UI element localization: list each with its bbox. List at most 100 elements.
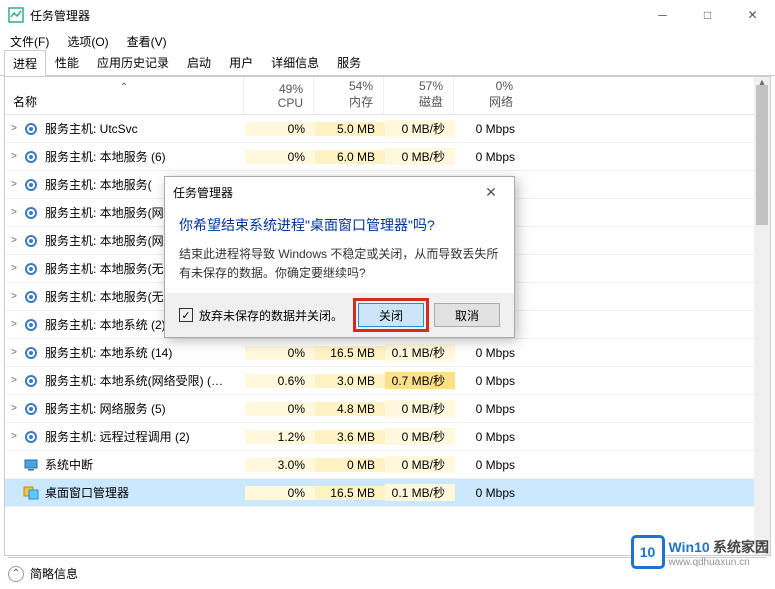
tab-strip: 进程 性能 应用历史记录 启动 用户 详细信息 服务 [0, 52, 775, 76]
process-icon [23, 457, 39, 473]
cell-memory: 4.8 MB [315, 402, 385, 416]
fewer-details-icon[interactable]: ⌃ [8, 566, 24, 582]
task-manager-icon [8, 7, 24, 23]
cell-cpu: 0.6% [245, 374, 315, 388]
cell-memory: 16.5 MB [315, 346, 385, 360]
dialog-end-button[interactable]: 关闭 [358, 303, 424, 327]
cell-network: 0 Mbps [455, 346, 525, 360]
process-icon [23, 121, 39, 137]
cell-cpu: 0% [245, 150, 315, 164]
expand-icon[interactable]: > [5, 347, 23, 358]
tab-performance[interactable]: 性能 [46, 49, 88, 75]
column-disk[interactable]: 57%磁盘 [383, 77, 453, 114]
tab-details[interactable]: 详细信息 [262, 49, 328, 75]
process-name: 服务主机: UtcSvc [45, 120, 245, 137]
process-row[interactable]: > 服务主机: 本地系统 (14)0%16.5 MB0.1 MB/秒0 Mbps [5, 339, 770, 367]
cell-memory: 0 MB [315, 458, 385, 472]
dialog-headline: 你希望结束系统进程"桌面窗口管理器"吗? [165, 207, 514, 241]
cell-cpu: 0% [245, 122, 315, 136]
process-icon [23, 205, 39, 221]
expand-icon[interactable]: > [5, 319, 23, 330]
dialog-checkbox[interactable]: ✓ 放弃未保存的数据并关闭。 [179, 307, 348, 324]
expand-icon[interactable]: > [5, 375, 23, 386]
window-title: 任务管理器 [30, 7, 640, 24]
dialog-title: 任务管理器 [173, 184, 476, 201]
process-icon [23, 177, 39, 193]
dialog-body: 结束此进程将导致 Windows 不稳定或关闭，从而导致丢失所有未保存的数据。你… [165, 241, 514, 293]
cell-cpu: 0% [245, 486, 315, 500]
cell-disk: 0 MB/秒 [385, 400, 455, 417]
tab-users[interactable]: 用户 [220, 49, 262, 75]
tab-services[interactable]: 服务 [328, 49, 370, 75]
cell-disk: 0 MB/秒 [385, 456, 455, 473]
process-row[interactable]: > 服务主机: 远程过程调用 (2)1.2%3.6 MB0 MB/秒0 Mbps [5, 423, 770, 451]
scrollbar-thumb[interactable] [756, 85, 768, 225]
tab-app-history[interactable]: 应用历史记录 [88, 49, 178, 75]
cell-network: 0 Mbps [455, 402, 525, 416]
dialog-cancel-button[interactable]: 取消 [434, 303, 500, 327]
fewer-details-label[interactable]: 简略信息 [30, 565, 78, 582]
minimize-button[interactable]: ─ [640, 0, 685, 30]
cell-disk: 0.1 MB/秒 [385, 344, 455, 361]
cell-network: 0 Mbps [455, 122, 525, 136]
maximize-button[interactable]: □ [685, 0, 730, 30]
tab-processes[interactable]: 进程 [4, 50, 46, 76]
checkbox-icon[interactable]: ✓ [179, 308, 193, 322]
cell-network: 0 Mbps [455, 430, 525, 444]
scrollbar[interactable]: ▴ ▾ [754, 77, 770, 555]
expand-icon[interactable]: > [5, 207, 23, 218]
close-button[interactable]: ✕ [730, 0, 775, 30]
expand-icon[interactable]: > [5, 431, 23, 442]
expand-icon[interactable]: > [5, 291, 23, 302]
expand-icon[interactable]: > [5, 179, 23, 190]
watermark-logo-icon: 10 [631, 535, 665, 569]
cell-memory: 6.0 MB [315, 150, 385, 164]
process-name: 桌面窗口管理器 [45, 484, 245, 501]
cell-network: 0 Mbps [455, 486, 525, 500]
process-icon [23, 233, 39, 249]
cell-cpu: 0% [245, 346, 315, 360]
process-row[interactable]: > 服务主机: 网络服务 (5)0%4.8 MB0 MB/秒0 Mbps [5, 395, 770, 423]
expand-icon[interactable]: > [5, 235, 23, 246]
cell-disk: 0.1 MB/秒 [385, 484, 455, 501]
column-memory[interactable]: 54%内存 [313, 77, 383, 114]
process-row[interactable]: >服务主机: 本地服务 (6)0%6.0 MB0 MB/秒0 Mbps [5, 143, 770, 171]
process-row[interactable]: >服务主机: UtcSvc0%5.0 MB0 MB/秒0 Mbps [5, 115, 770, 143]
confirm-dialog: 任务管理器 ✕ 你希望结束系统进程"桌面窗口管理器"吗? 结束此进程将导致 Wi… [164, 176, 515, 338]
checkbox-label: 放弃未保存的数据并关闭。 [199, 307, 343, 324]
cell-cpu: 1.2% [245, 430, 315, 444]
cell-disk: 0 MB/秒 [385, 120, 455, 137]
cell-memory: 3.0 MB [315, 374, 385, 388]
cell-network: 0 Mbps [455, 458, 525, 472]
column-cpu[interactable]: 49%CPU [243, 77, 313, 114]
process-icon [23, 289, 39, 305]
process-row[interactable]: 桌面窗口管理器0%16.5 MB0.1 MB/秒0 Mbps [5, 479, 770, 507]
process-name: 服务主机: 本地系统 (14) [45, 344, 245, 361]
watermark: 10 Win10 系统家园 www.qdhuaxun.cn [631, 535, 769, 569]
process-icon [23, 261, 39, 277]
expand-icon[interactable]: > [5, 403, 23, 414]
column-network[interactable]: 0%网络 [453, 77, 523, 114]
process-icon [23, 317, 39, 333]
cell-disk: 0 MB/秒 [385, 428, 455, 445]
cell-network: 0 Mbps [455, 374, 525, 388]
tab-startup[interactable]: 启动 [178, 49, 220, 75]
cell-cpu: 3.0% [245, 458, 315, 472]
process-icon [23, 149, 39, 165]
process-row[interactable]: 系统中断3.0%0 MB0 MB/秒0 Mbps [5, 451, 770, 479]
expand-icon[interactable]: > [5, 263, 23, 274]
cell-memory: 3.6 MB [315, 430, 385, 444]
dialog-close-icon[interactable]: ✕ [476, 184, 506, 201]
cell-disk: 0 MB/秒 [385, 148, 455, 165]
process-icon [23, 485, 39, 501]
expand-icon[interactable]: > [5, 123, 23, 134]
cell-disk: 0.7 MB/秒 [385, 372, 455, 389]
expand-icon[interactable]: > [5, 151, 23, 162]
column-name[interactable]: 名称 [13, 93, 235, 110]
process-name: 服务主机: 网络服务 (5) [45, 400, 245, 417]
cell-cpu: 0% [245, 402, 315, 416]
process-icon [23, 429, 39, 445]
sort-indicator-icon: ⌃ [13, 82, 235, 93]
process-row[interactable]: >服务主机: 本地系统(网络受限) (…0.6%3.0 MB0.7 MB/秒0 … [5, 367, 770, 395]
process-name: 服务主机: 远程过程调用 (2) [45, 428, 245, 445]
